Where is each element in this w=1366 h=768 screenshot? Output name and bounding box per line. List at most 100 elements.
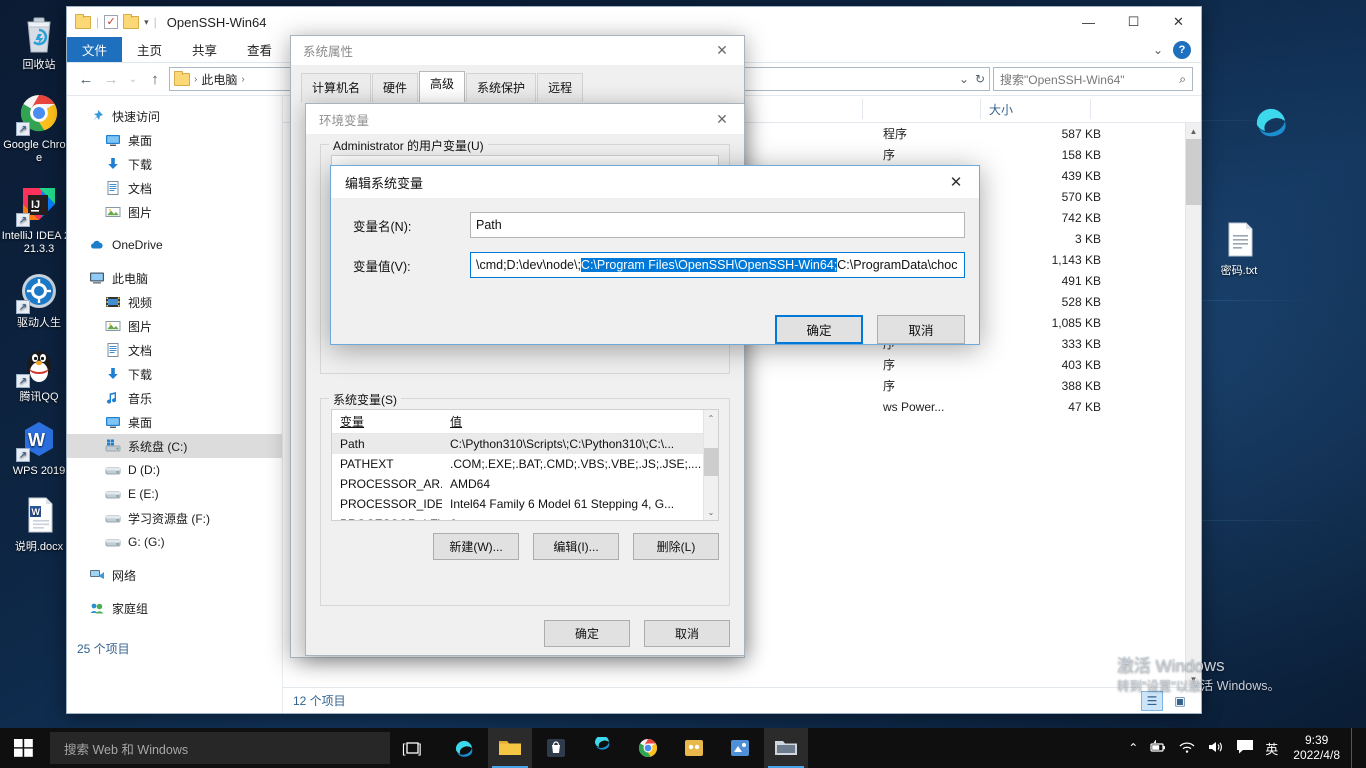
maximize-button[interactable]: ☐ bbox=[1111, 7, 1156, 37]
breadcrumb-this-pc[interactable]: 此电脑 bbox=[201, 71, 237, 88]
list-header-variable[interactable]: 变量 bbox=[332, 410, 442, 433]
notification-icon[interactable] bbox=[1236, 739, 1254, 757]
environment-variables-close-button[interactable]: ✕ bbox=[700, 105, 744, 134]
address-dropdown-icon[interactable]: ⌄ bbox=[959, 72, 969, 86]
up-button[interactable]: ↑ bbox=[144, 67, 166, 91]
edit-variable-titlebar[interactable]: 编辑系统变量 ✕ bbox=[331, 166, 979, 198]
window-controls[interactable]: — ☐ ✕ bbox=[1066, 7, 1201, 37]
nav-pane-item[interactable]: D (D:) bbox=[67, 458, 282, 482]
edit-variable-close-button[interactable]: ✕ bbox=[933, 166, 979, 198]
taskbar-app-buttons[interactable] bbox=[442, 728, 808, 768]
nav-pane-item[interactable]: 桌面 bbox=[67, 128, 282, 152]
nav-pane-item[interactable]: 家庭组 bbox=[67, 596, 282, 620]
nav-pane-item[interactable]: 学习资源盘 (F:) bbox=[67, 506, 282, 530]
search-input[interactable]: 搜索"OpenSSH-Win64" bbox=[1000, 71, 1125, 88]
nav-pane-item[interactable]: 快速访问 bbox=[67, 104, 282, 128]
taskbar-screenshot-button[interactable] bbox=[718, 728, 762, 768]
minimize-button[interactable]: — bbox=[1066, 7, 1111, 37]
nav-pane-item[interactable]: 下载 bbox=[67, 362, 282, 386]
environment-ok-button[interactable]: 确定 bbox=[544, 620, 630, 647]
edit-variable-cancel-button[interactable]: 取消 bbox=[877, 315, 965, 344]
column-header-type[interactable] bbox=[863, 99, 981, 119]
start-button[interactable] bbox=[0, 728, 48, 768]
scroll-up-arrow-icon[interactable]: ▲ bbox=[1186, 123, 1201, 139]
system-variables-list-header[interactable]: 变量 值 bbox=[332, 410, 718, 434]
system-variables-buttons[interactable]: 新建(W)... 编辑(I)... 删除(L) bbox=[331, 533, 719, 560]
system-properties-tab[interactable]: 计算机名 bbox=[301, 73, 371, 102]
ribbon-collapse-icon[interactable]: ⌄ bbox=[1153, 43, 1163, 57]
ime-indicator[interactable]: 英 bbox=[1265, 739, 1278, 758]
system-variable-row[interactable]: PROCESSOR_IDE...Intel64 Family 6 Model 6… bbox=[332, 494, 718, 514]
forward-button[interactable]: → bbox=[100, 67, 122, 91]
nav-pane-item[interactable]: 下载 bbox=[67, 152, 282, 176]
properties-checkbox-icon[interactable]: ✓ bbox=[104, 15, 118, 29]
sysvar-scroll-down-icon[interactable]: ⌄ bbox=[704, 504, 718, 520]
environment-variables-titlebar[interactable]: 环境变量 ✕ bbox=[306, 104, 744, 134]
system-delete-button[interactable]: 删除(L) bbox=[633, 533, 719, 560]
qat-dropdown-icon[interactable]: ▾ bbox=[144, 17, 149, 28]
edit-variable-footer[interactable]: 确定 取消 bbox=[331, 315, 979, 344]
explorer-titlebar[interactable]: | ✓ ▾ | OpenSSH-Win64 — ☐ ✕ bbox=[67, 7, 1201, 37]
nav-pane-item[interactable]: E (E:) bbox=[67, 482, 282, 506]
system-properties-tab[interactable]: 高级 bbox=[419, 71, 465, 102]
tray-chevron-icon[interactable]: ⌃ bbox=[1128, 741, 1138, 755]
system-properties-tab[interactable]: 系统保护 bbox=[466, 73, 536, 102]
battery-icon[interactable] bbox=[1149, 740, 1167, 757]
system-variable-row[interactable]: PATHEXT.COM;.EXE;.BAT;.CMD;.VBS;.VBE;.JS… bbox=[332, 454, 718, 474]
nav-pane-item[interactable]: 系统盘 (C:) bbox=[67, 434, 282, 458]
nav-pane-item[interactable]: 视频 bbox=[67, 290, 282, 314]
desktop-icon-edge[interactable] bbox=[1232, 98, 1310, 147]
ribbon-tab-file[interactable]: 文件 bbox=[67, 37, 122, 62]
taskbar-qq-button[interactable] bbox=[672, 728, 716, 768]
search-box[interactable]: 搜索"OpenSSH-Win64" ⌕ bbox=[993, 67, 1193, 91]
edit-system-variable-dialog[interactable]: 编辑系统变量 ✕ 变量名(N): Path 变量值(V): \cmd;D:\de… bbox=[330, 165, 980, 345]
system-properties-tab[interactable]: 远程 bbox=[537, 73, 583, 102]
system-tray[interactable]: ⌃ bbox=[1128, 728, 1366, 768]
system-variables-scrollbar[interactable]: ⌃ ⌄ bbox=[703, 410, 718, 520]
system-variable-row[interactable]: PathC:\Python310\Scripts\;C:\Python310\;… bbox=[332, 434, 718, 454]
ribbon-right-controls[interactable]: ⌄ ? bbox=[1153, 37, 1201, 62]
back-button[interactable]: ← bbox=[75, 67, 97, 91]
taskbar-driver-life-button[interactable] bbox=[580, 728, 624, 768]
desktop[interactable]: 回收站 ↗ Google Chrome bbox=[0, 0, 1366, 768]
nav-pane-item[interactable]: OneDrive bbox=[67, 233, 282, 257]
list-header-value[interactable]: 值 bbox=[442, 410, 470, 433]
system-properties-titlebar[interactable]: 系统属性 ✕ bbox=[291, 36, 744, 65]
taskbar-edge-button[interactable] bbox=[442, 728, 486, 768]
system-variable-row[interactable]: PROCESSOR_AR...AMD64 bbox=[332, 474, 718, 494]
ribbon-tab-share[interactable]: 共享 bbox=[177, 37, 232, 62]
taskbar-chrome-button[interactable] bbox=[626, 728, 670, 768]
nav-pane-item[interactable]: 图片 bbox=[67, 200, 282, 224]
sysvar-scrollbar-thumb[interactable] bbox=[704, 448, 718, 476]
taskbar[interactable]: 搜索 Web 和 Windows [ ] bbox=[0, 728, 1366, 768]
system-properties-close-button[interactable]: ✕ bbox=[700, 36, 744, 65]
taskbar-file-explorer-button[interactable] bbox=[488, 728, 532, 768]
taskbar-search-input[interactable]: 搜索 Web 和 Windows bbox=[50, 732, 390, 764]
new-folder-icon[interactable] bbox=[123, 16, 139, 29]
nav-pane-item[interactable]: G: (G:) bbox=[67, 530, 282, 554]
ribbon-tab-home[interactable]: 主页 bbox=[122, 37, 177, 62]
system-variables-rows[interactable]: PathC:\Python310\Scripts\;C:\Python310\;… bbox=[332, 434, 718, 521]
desktop-icon-password-txt[interactable]: 密码.txt bbox=[1200, 216, 1278, 278]
nav-pane-item[interactable]: 文档 bbox=[67, 338, 282, 362]
system-variables-list[interactable]: 变量 值 PathC:\Python310\Scripts\;C:\Python… bbox=[331, 409, 719, 521]
environment-variables-footer[interactable]: 确定 取消 bbox=[306, 606, 744, 661]
address-bar-right[interactable]: ⌄ ↻ bbox=[959, 72, 985, 86]
close-button[interactable]: ✕ bbox=[1156, 7, 1201, 37]
system-properties-tabs[interactable]: 计算机名硬件高级系统保护远程 bbox=[291, 65, 744, 102]
column-header-size[interactable]: 大小 bbox=[981, 99, 1091, 119]
system-properties-tab[interactable]: 硬件 bbox=[372, 73, 418, 102]
nav-pane-item[interactable]: 图片 bbox=[67, 314, 282, 338]
refresh-icon[interactable]: ↻ bbox=[975, 72, 985, 86]
sysvar-scroll-up-icon[interactable]: ⌃ bbox=[704, 410, 718, 426]
nav-pane-item[interactable]: 此电脑 bbox=[67, 266, 282, 290]
file-list-scrollbar[interactable]: ▲ ▼ bbox=[1185, 123, 1201, 687]
navigation-pane[interactable]: 快速访问桌面下载文档图片OneDrive此电脑视频图片文档下载音乐桌面系统盘 (… bbox=[67, 96, 283, 713]
system-edit-button[interactable]: 编辑(I)... bbox=[533, 533, 619, 560]
taskbar-clock[interactable]: 9:39 2022/4/8 bbox=[1289, 733, 1340, 763]
taskbar-store-button[interactable] bbox=[534, 728, 578, 768]
scrollbar-thumb[interactable] bbox=[1186, 139, 1201, 205]
nav-pane-item[interactable]: 网络 bbox=[67, 563, 282, 587]
wifi-icon[interactable] bbox=[1178, 740, 1196, 757]
system-new-button[interactable]: 新建(W)... bbox=[433, 533, 519, 560]
